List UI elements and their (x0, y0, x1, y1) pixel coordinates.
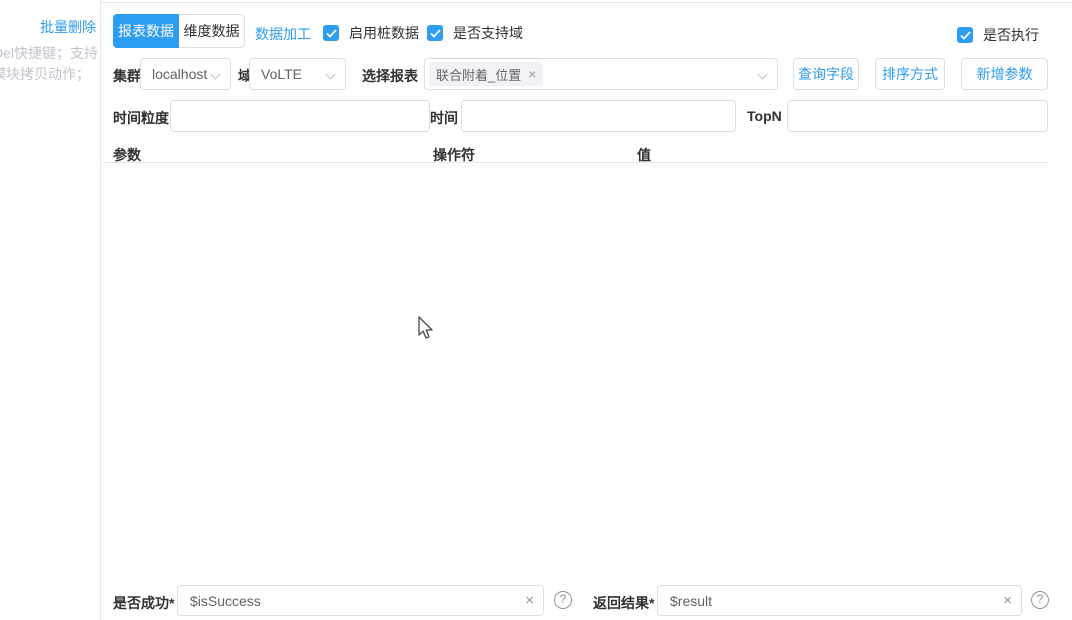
data-processing-link[interactable]: 数据加工 (255, 24, 311, 44)
report-select-label: 选择报表 (362, 66, 418, 86)
chevron-down-icon (211, 70, 221, 80)
chevron-down-icon (758, 70, 768, 80)
cluster-select[interactable]: localhost (140, 58, 231, 90)
enable-stub-data-checkbox-group: 启用桩数据 (323, 23, 419, 43)
check-icon (960, 31, 971, 40)
time-field (461, 100, 736, 132)
time-granularity-label: 时间粒度 (113, 108, 169, 128)
support-domain-label: 是否支持域 (453, 23, 523, 43)
add-param-button[interactable]: 新增参数 (961, 58, 1048, 90)
left-sidebar: 批量删除 Del快捷键；支持 模块拷贝动作； (0, 0, 101, 620)
clear-icon[interactable]: × (525, 592, 534, 610)
success-label: 是否成功* (113, 593, 174, 613)
sidebar-hint-line1: Del快捷键；支持 (0, 43, 98, 63)
remove-tag-icon[interactable]: × (528, 67, 536, 81)
execute-label: 是否执行 (983, 25, 1039, 45)
data-tabs: 报表数据 维度数据 (113, 14, 245, 48)
enable-stub-data-label: 启用桩数据 (349, 23, 419, 43)
domain-select[interactable]: VoLTE (249, 58, 346, 90)
domain-select-value: VoLTE (261, 66, 302, 82)
enable-stub-data-checkbox[interactable] (323, 25, 339, 41)
result-label: 返回结果* (593, 593, 654, 613)
cluster-select-value: localhost (152, 66, 207, 82)
panel-top-divider (101, 2, 1072, 3)
support-domain-checkbox-group: 是否支持域 (427, 23, 523, 43)
tab-report-data[interactable]: 报表数据 (113, 14, 179, 48)
time-granularity-field (170, 100, 430, 132)
table-header-divider (103, 162, 1048, 163)
time-input[interactable] (462, 101, 735, 131)
result-help-icon[interactable]: ? (1031, 591, 1049, 609)
selected-report-tag: 联合附着_位置 × (429, 62, 543, 86)
query-fields-button[interactable]: 查询字段 (793, 58, 859, 90)
check-icon (430, 29, 441, 38)
execute-checkbox-group: 是否执行 (957, 25, 1039, 45)
mouse-cursor (417, 316, 437, 342)
check-icon (326, 29, 337, 38)
execute-checkbox[interactable] (957, 27, 973, 43)
topn-input[interactable] (788, 101, 1047, 131)
report-config-page: 批量删除 Del快捷键；支持 模块拷贝动作； 报表数据 维度数据 数据加工 启用… (0, 0, 1072, 620)
success-help-icon[interactable]: ? (554, 591, 572, 609)
selected-report-tag-text: 联合附着_位置 (436, 65, 521, 84)
result-field: × (657, 585, 1022, 616)
cluster-label: 集群 (113, 66, 141, 86)
topn-field (787, 100, 1048, 132)
clear-icon[interactable]: × (1003, 592, 1012, 610)
report-select[interactable]: 联合附着_位置 × (424, 58, 778, 90)
success-field: × (177, 585, 544, 616)
support-domain-checkbox[interactable] (427, 25, 443, 41)
sidebar-hint-line2: 模块拷贝动作； (0, 64, 90, 84)
time-granularity-input[interactable] (171, 101, 429, 131)
sort-mode-button[interactable]: 排序方式 (875, 58, 945, 90)
success-input[interactable] (178, 586, 543, 615)
batch-delete-link[interactable]: 批量删除 (0, 17, 96, 37)
result-input[interactable] (658, 586, 1021, 615)
topn-label: TopN (747, 108, 782, 124)
tab-dimension-data[interactable]: 维度数据 (179, 14, 245, 48)
time-label: 时间 (430, 108, 458, 128)
chevron-down-icon (326, 70, 336, 80)
